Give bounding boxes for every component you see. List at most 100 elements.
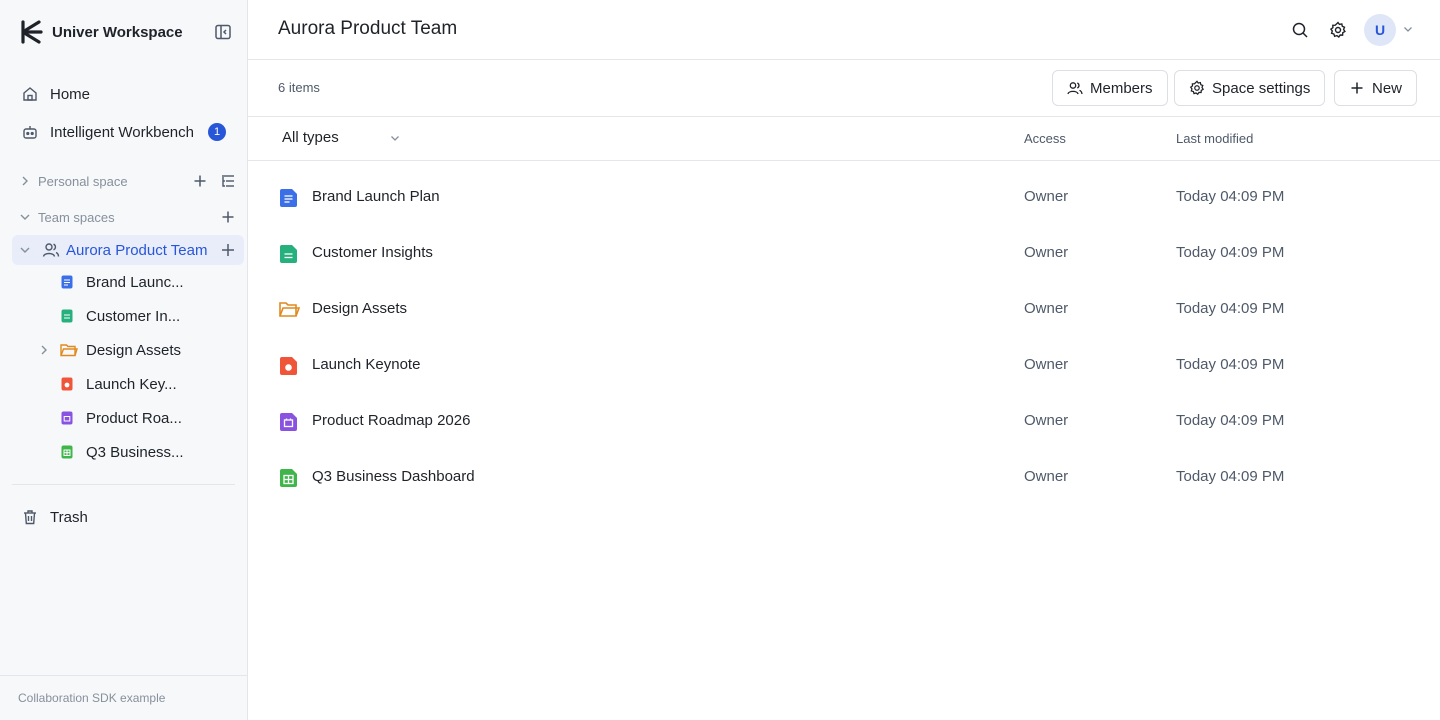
item-count: 6 items bbox=[278, 80, 320, 95]
sidebar-item-launch-keynote[interactable]: Launch Key... bbox=[60, 369, 230, 399]
brand-name: Univer Workspace bbox=[52, 23, 183, 41]
plus-icon bbox=[1349, 80, 1365, 96]
nav-home[interactable]: Home bbox=[12, 78, 236, 110]
notification-badge: 1 bbox=[208, 123, 226, 141]
nav-trash[interactable]: Trash bbox=[12, 501, 236, 533]
tree-item-label: Brand Launc... bbox=[86, 273, 184, 291]
modified-value: Today 04:09 PM bbox=[1176, 300, 1285, 317]
column-header-access: Access bbox=[1024, 131, 1066, 146]
tree-item-label: Q3 Business... bbox=[86, 443, 184, 461]
tree-view-icon[interactable] bbox=[219, 172, 237, 190]
table-row[interactable]: Q3 Business Dashboard Owner Today 04:09 … bbox=[248, 449, 1440, 505]
file-name: Design Assets bbox=[312, 300, 408, 317]
table-icon bbox=[278, 467, 300, 489]
sidebar-item-q3-dashboard[interactable]: Q3 Business... bbox=[60, 437, 230, 467]
table-row[interactable]: Product Roadmap 2026 Owner Today 04:09 P… bbox=[248, 393, 1440, 449]
table-row[interactable]: Launch Keynote Owner Today 04:09 PM bbox=[248, 337, 1440, 393]
access-value: Owner bbox=[1024, 188, 1069, 205]
board-icon bbox=[60, 411, 74, 425]
nav-intelligent-workbench[interactable]: Intelligent Workbench 1 bbox=[12, 116, 236, 148]
doc-icon bbox=[278, 187, 300, 209]
slide-icon bbox=[278, 355, 300, 377]
modified-value: Today 04:09 PM bbox=[1176, 356, 1285, 373]
team-spaces-label: Team spaces bbox=[38, 209, 115, 225]
gear-icon[interactable] bbox=[1328, 20, 1348, 40]
chevron-down-icon[interactable] bbox=[1402, 23, 1414, 35]
tree-item-label: Product Roa... bbox=[86, 409, 182, 427]
sheet-icon bbox=[60, 309, 74, 323]
toolbar: 6 items Members Space settings New bbox=[248, 60, 1440, 117]
sidebar: Univer Workspace Home Intelligent Workbe… bbox=[0, 0, 248, 720]
folder-icon bbox=[278, 299, 300, 321]
file-name: Launch Keynote bbox=[312, 356, 421, 373]
table-icon bbox=[60, 445, 74, 459]
new-button[interactable]: New bbox=[1334, 70, 1418, 106]
type-filter-value: All types bbox=[282, 129, 339, 146]
add-personal-icon[interactable] bbox=[191, 172, 209, 190]
folder-icon bbox=[60, 343, 78, 357]
sidebar-item-customer-insights[interactable]: Customer In... bbox=[60, 301, 230, 331]
main-content: Aurora Product Team U 6 items Members Sp… bbox=[248, 0, 1440, 720]
type-filter-select[interactable]: All types bbox=[282, 129, 401, 146]
access-value: Owner bbox=[1024, 244, 1069, 261]
robot-icon bbox=[22, 124, 38, 140]
sidebar-item-design-assets[interactable]: Design Assets bbox=[60, 335, 230, 365]
modified-value: Today 04:09 PM bbox=[1176, 468, 1285, 485]
access-value: Owner bbox=[1024, 412, 1069, 429]
chevron-down-icon[interactable] bbox=[18, 210, 32, 224]
tree-item-label: Design Assets bbox=[86, 341, 182, 359]
trash-icon bbox=[22, 509, 38, 525]
add-to-team-icon[interactable] bbox=[220, 242, 236, 258]
univer-logo-icon bbox=[18, 19, 44, 45]
page-title: Aurora Product Team bbox=[278, 18, 458, 39]
tree-item-label: Launch Key... bbox=[86, 375, 177, 393]
modified-value: Today 04:09 PM bbox=[1176, 412, 1285, 429]
nav-trash-label: Trash bbox=[50, 508, 88, 526]
modified-value: Today 04:09 PM bbox=[1176, 188, 1285, 205]
space-settings-label: Space settings bbox=[1212, 79, 1311, 97]
board-icon bbox=[278, 411, 300, 433]
new-label: New bbox=[1372, 79, 1403, 97]
add-team-space-icon[interactable] bbox=[219, 208, 237, 226]
file-name: Customer Insights bbox=[312, 244, 433, 261]
access-value: Owner bbox=[1024, 468, 1069, 485]
file-name: Product Roadmap 2026 bbox=[312, 412, 471, 429]
chevron-down-icon[interactable] bbox=[18, 243, 32, 257]
slide-icon bbox=[60, 377, 74, 391]
space-settings-button[interactable]: Space settings bbox=[1174, 70, 1326, 106]
access-value: Owner bbox=[1024, 300, 1069, 317]
members-button[interactable]: Members bbox=[1052, 70, 1168, 106]
table-row[interactable]: Brand Launch Plan Owner Today 04:09 PM bbox=[248, 169, 1440, 225]
brand[interactable]: Univer Workspace bbox=[18, 18, 183, 46]
column-header-modified[interactable]: Last modified bbox=[1176, 131, 1253, 146]
chevron-right-icon[interactable] bbox=[18, 174, 32, 188]
collapse-sidebar-icon[interactable] bbox=[214, 23, 232, 41]
sheet-icon bbox=[278, 243, 300, 265]
header: Aurora Product Team U bbox=[248, 0, 1440, 60]
members-label: Members bbox=[1090, 79, 1153, 97]
table-row[interactable]: Design Assets Owner Today 04:09 PM bbox=[248, 281, 1440, 337]
nav-home-label: Home bbox=[50, 85, 91, 103]
sidebar-item-product-roadmap[interactable]: Product Roa... bbox=[60, 403, 230, 433]
modified-value: Today 04:09 PM bbox=[1176, 244, 1285, 261]
table-header: All types Access Last modified bbox=[248, 117, 1440, 161]
chevron-right-icon[interactable] bbox=[37, 343, 51, 357]
section-personal-space[interactable]: Personal space bbox=[12, 168, 236, 194]
sidebar-divider bbox=[12, 484, 235, 485]
sidebar-item-aurora-product-team[interactable]: Aurora Product Team bbox=[12, 235, 244, 265]
team-icon bbox=[42, 241, 60, 259]
table-row[interactable]: Customer Insights Owner Today 04:09 PM bbox=[248, 225, 1440, 281]
sidebar-footer: Collaboration SDK example bbox=[0, 675, 247, 720]
sidebar-item-brand-launch[interactable]: Brand Launc... bbox=[60, 267, 230, 297]
search-icon[interactable] bbox=[1290, 20, 1310, 40]
access-value: Owner bbox=[1024, 356, 1069, 373]
file-name: Q3 Business Dashboard bbox=[312, 468, 475, 485]
home-icon bbox=[22, 86, 38, 102]
tree-item-label: Customer In... bbox=[86, 307, 181, 325]
avatar[interactable]: U bbox=[1364, 14, 1396, 46]
members-icon bbox=[1067, 80, 1083, 96]
doc-icon bbox=[60, 275, 74, 289]
team-label: Aurora Product Team bbox=[66, 241, 208, 259]
file-name: Brand Launch Plan bbox=[312, 188, 440, 205]
section-team-spaces[interactable]: Team spaces bbox=[12, 204, 236, 230]
